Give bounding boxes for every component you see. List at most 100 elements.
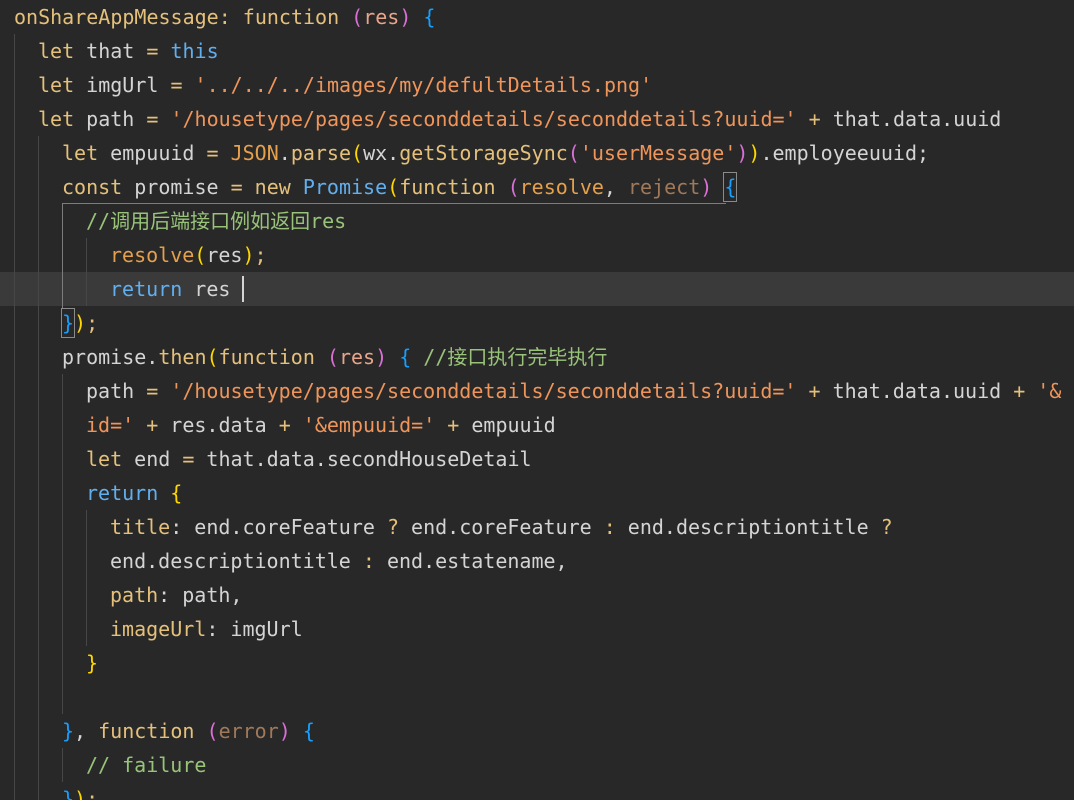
code-line-text: title: end.coreFeature ? end.coreFeature… <box>110 515 893 539</box>
code-token: } <box>62 311 75 335</box>
code-line[interactable]: let that = this <box>0 34 1074 68</box>
code-token: let <box>38 107 75 131</box>
code-token: : path, <box>158 583 243 607</box>
code-line-wrapped[interactable]: end.descriptiontitle : end.estatename, <box>0 544 1074 578</box>
code-line[interactable]: const promise = new Promise(function (re… <box>0 170 1074 204</box>
code-token: { <box>724 175 737 199</box>
code-token: + <box>146 413 159 437</box>
code-token: ? <box>880 515 893 539</box>
code-line[interactable]: onShareAppMessage: function (res) { <box>0 0 1074 34</box>
code-token: { <box>170 481 183 505</box>
code-token: ) <box>242 243 255 267</box>
code-token: parse <box>290 141 352 165</box>
code-token: ( <box>206 345 219 369</box>
code-line[interactable]: let path = '/housetype/pages/seconddetai… <box>0 102 1074 136</box>
code-token: wx. <box>363 141 400 165</box>
code-line[interactable]: //调用后端接口例如返回res <box>0 204 1074 238</box>
code-token: ; <box>86 787 99 800</box>
code-token: res <box>338 345 376 369</box>
code-token: '../../../images/my/defultDetails.png' <box>194 73 653 97</box>
code-token: end.coreFeature <box>399 515 604 539</box>
code-token: + <box>808 107 821 131</box>
code-token: { <box>302 719 315 743</box>
code-token: empuuid <box>98 141 207 165</box>
code-token: ( <box>567 141 580 165</box>
code-token: empuuid <box>459 413 556 437</box>
code-line[interactable]: let empuuid = JSON.parse(wx.getStorageSy… <box>0 136 1074 170</box>
code-line[interactable]: path: path, <box>0 578 1074 612</box>
code-token: res.data <box>158 413 279 437</box>
code-token: function <box>399 175 508 199</box>
code-token: function <box>218 345 327 369</box>
code-line[interactable]: imageUrl: imgUrl <box>0 612 1074 646</box>
code-token: that.data.uuid <box>820 379 1014 403</box>
code-token: : <box>362 549 375 573</box>
code-line[interactable]: resolve(res); <box>0 238 1074 272</box>
code-editor[interactable]: onShareAppMessage: function (res) { let … <box>0 0 1074 800</box>
code-token: end.descriptiontitle <box>110 549 363 573</box>
code-token: = <box>146 107 171 131</box>
code-token: this <box>170 39 219 63</box>
code-token: , <box>603 175 628 199</box>
code-line-wrapped[interactable]: id=' + res.data + '&empuuid=' + empuuid <box>0 408 1074 442</box>
code-token: '/housetype/pages/seconddetails/secondde… <box>170 379 809 403</box>
code-token: 'userMessage' <box>579 141 737 165</box>
code-token: = <box>182 447 195 471</box>
code-token: promise. <box>62 345 159 369</box>
code-line-text: }); <box>62 311 98 335</box>
code-line-text: imageUrl: imgUrl <box>110 617 303 641</box>
code-line[interactable]: } <box>0 646 1074 680</box>
code-token: ( <box>507 175 520 199</box>
code-token: resolve <box>519 175 604 199</box>
code-line[interactable]: let end = that.data.secondHouseDetail <box>0 442 1074 476</box>
code-line-empty[interactable] <box>0 680 1074 714</box>
code-line-text: // failure <box>86 753 206 777</box>
code-token: : <box>603 515 616 539</box>
code-line-text: path = '/housetype/pages/seconddetails/s… <box>86 379 1061 403</box>
code-line[interactable]: }, function (error) { <box>0 714 1074 748</box>
code-line[interactable]: return { <box>0 476 1074 510</box>
code-token: ? <box>386 515 400 539</box>
code-token: = <box>146 379 171 403</box>
code-line[interactable]: // failure <box>0 748 1074 782</box>
code-token: : end.coreFeature <box>170 515 387 539</box>
code-token: imageUrl <box>110 617 207 641</box>
code-token: getStorageSync <box>399 141 568 165</box>
code-token: = <box>146 39 171 63</box>
code-token: } <box>62 787 75 800</box>
code-token: '& <box>1037 379 1062 403</box>
code-token: that.data.uuid <box>820 107 1002 131</box>
code-line[interactable]: path = '/housetype/pages/seconddetails/s… <box>0 374 1074 408</box>
code-token: title <box>110 515 171 539</box>
code-token: ( <box>194 243 207 267</box>
code-token: ; <box>86 311 99 335</box>
code-line[interactable]: let imgUrl = '../../../images/my/defultD… <box>0 68 1074 102</box>
code-line[interactable]: title: end.coreFeature ? end.coreFeature… <box>0 510 1074 544</box>
code-line-text: let path = '/housetype/pages/seconddetai… <box>38 107 1001 131</box>
code-token: } <box>62 719 75 743</box>
code-token: onShareAppMessage: function <box>14 5 352 29</box>
code-line-text: resolve(res); <box>110 243 267 267</box>
code-line-text: onShareAppMessage: function (res) { <box>14 5 435 29</box>
code-token: ) <box>375 345 400 369</box>
code-line[interactable]: promise.then(function (res) { //接口执行完毕执行 <box>0 340 1074 374</box>
code-line-text: return { <box>86 481 182 505</box>
code-line-text: let that = this <box>38 39 219 63</box>
code-token: ) <box>736 141 749 165</box>
code-line-text: const promise = new Promise(function (re… <box>62 175 736 199</box>
code-token: { <box>423 5 436 29</box>
code-line-current[interactable]: return res <box>0 272 1074 306</box>
code-token: { <box>399 345 424 369</box>
code-line[interactable]: }); <box>0 306 1074 340</box>
code-token: ) <box>399 5 424 29</box>
code-token: reject <box>628 175 701 199</box>
code-line-text: }, function (error) { <box>62 719 315 743</box>
code-token: path <box>110 583 159 607</box>
code-token: end.estatename, <box>374 549 568 573</box>
code-line-text: }); <box>62 787 98 800</box>
code-line[interactable]: }); <box>0 782 1074 800</box>
code-token: ) <box>278 719 303 743</box>
text-cursor <box>242 276 244 302</box>
code-token: // failure <box>86 753 207 777</box>
code-token: res <box>206 243 243 267</box>
